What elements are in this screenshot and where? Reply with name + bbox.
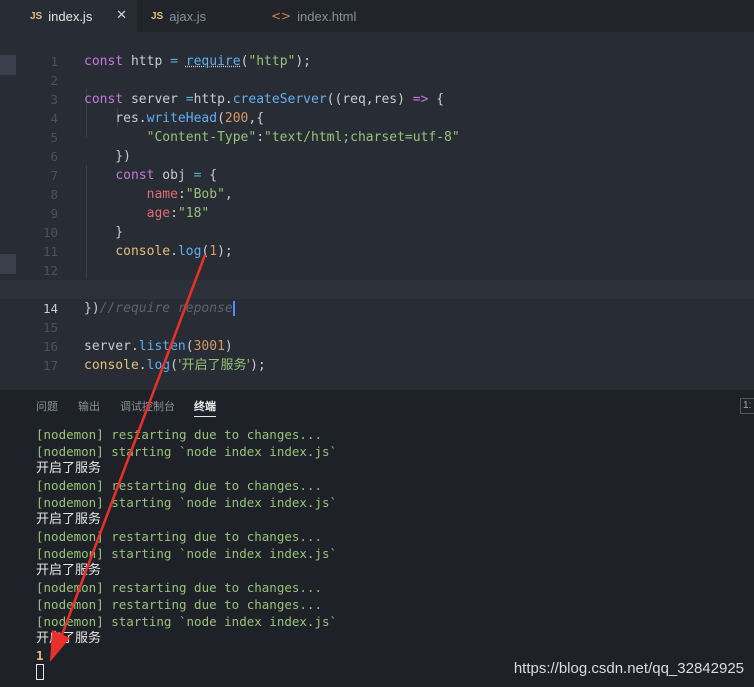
arrow-head: [50, 630, 70, 662]
annotation-arrow: [50, 254, 207, 662]
arrow-shaft: [58, 254, 207, 641]
